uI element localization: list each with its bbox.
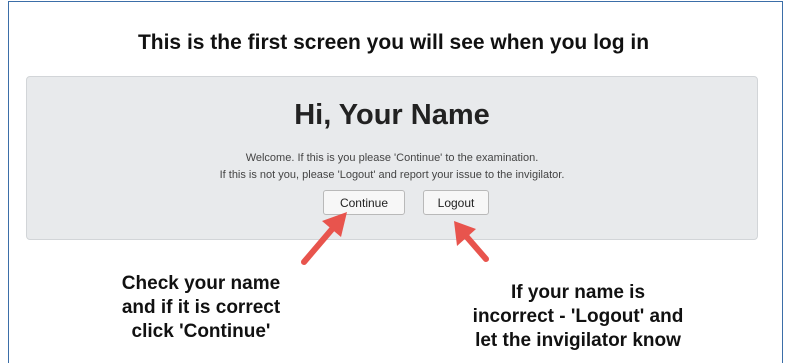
continue-instruction-line1: Check your name [121,273,281,294]
continue-instruction-line2: and if it is correct [121,297,281,318]
logout-button[interactable]: Logout [423,190,489,215]
continue-instruction: Check your name and if it is correct cli… [90,272,312,344]
tutorial-headline: This is the first screen you will see wh… [137,31,650,54]
continue-instruction-line3: click 'Continue' [131,321,271,342]
login-welcome-panel: Hi, Your Name Welcome. If this is you pl… [26,76,758,240]
logout-instruction: If your name is incorrect - 'Logout' and… [438,281,718,353]
continue-button[interactable]: Continue [323,190,405,215]
logout-instruction-line1: If your name is [510,282,646,303]
logout-instruction-line2: incorrect - 'Logout' and [472,306,684,327]
greeting-title: Hi, Your Name [294,99,490,131]
logout-instruction-line3: let the invigilator know [475,330,681,351]
welcome-message-line2: If this is not you, please 'Logout' and … [219,169,565,181]
welcome-message-line1: Welcome. If this is you please 'Continue… [245,152,539,164]
